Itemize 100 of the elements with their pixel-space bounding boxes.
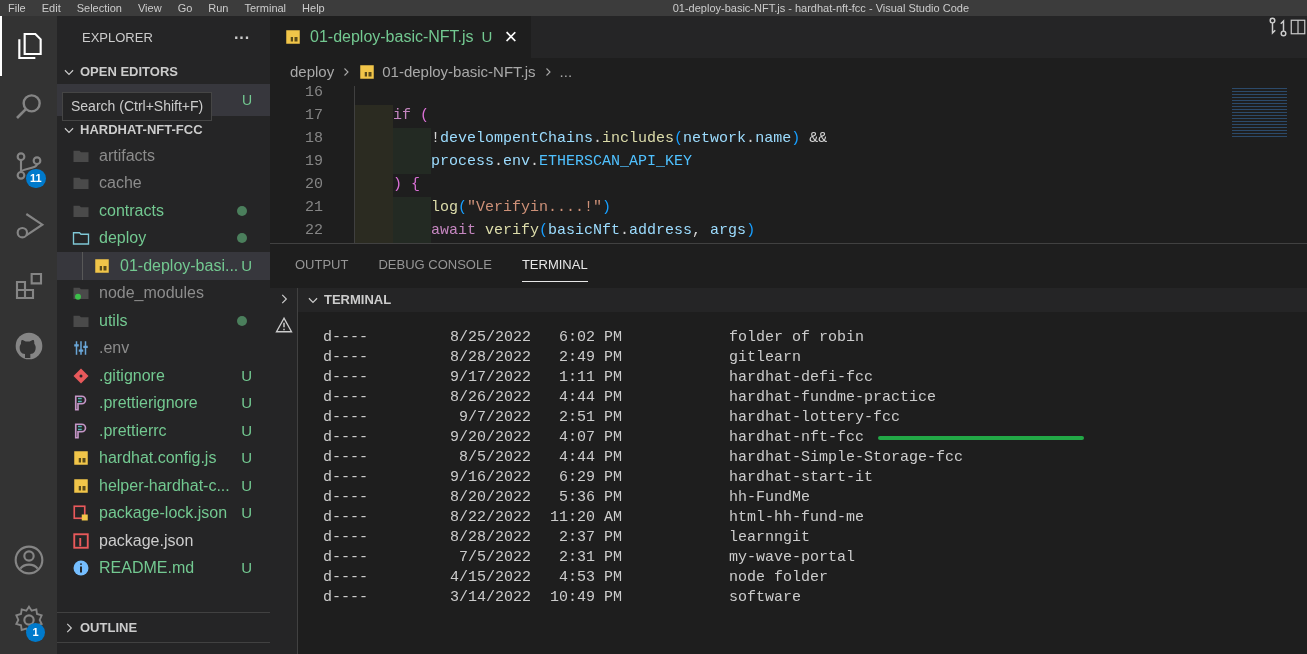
terminal-cell-text: d---- xyxy=(323,427,369,448)
terminal-cell-text: d---- xyxy=(323,567,369,588)
file-name: contracts xyxy=(99,200,164,221)
git-status: U xyxy=(241,420,252,441)
file-name: package-lock.json xyxy=(99,503,228,524)
terminal-cell-text: 8/5/2022 xyxy=(458,447,531,468)
file-name: package.json xyxy=(99,530,194,551)
terminal-cell-text: hardhat-fundme-practice xyxy=(729,387,937,408)
terminal-cell-text: d---- xyxy=(323,367,369,388)
terminal-cell-text: hardhat-lottery-fcc xyxy=(729,407,901,428)
terminal-cell-text: d---- xyxy=(323,447,369,468)
terminal-cell-text: 8/28/2022 xyxy=(449,527,531,548)
line-number: 17 xyxy=(304,106,323,127)
terminal-cell-text: 4:44 PM xyxy=(558,447,622,468)
terminal-cell-text: hardhat-nft-fcc xyxy=(729,427,865,448)
file-name: .env xyxy=(99,338,130,359)
file-name: 01-deploy-basi... xyxy=(120,255,239,276)
file-name: deploy xyxy=(99,228,147,249)
count-badge: 1 xyxy=(26,623,45,642)
git-status: U xyxy=(241,255,252,276)
line-number: 20 xyxy=(304,175,323,196)
file-name: helper-hardhat-c... xyxy=(99,475,230,496)
terminal-cell-text: d---- xyxy=(323,507,369,528)
tooltip: Search (Ctrl+Shift+F) xyxy=(62,92,213,121)
terminal-cell-text: 8/20/2022 xyxy=(449,487,531,508)
terminal-cell-text: d---- xyxy=(323,467,369,488)
file-name: node_modules xyxy=(99,283,204,304)
code-line: await verify(basicNft.address, args) xyxy=(431,221,756,242)
terminal-cell-text: 8/26/2022 xyxy=(449,387,531,408)
window-title: 01-deploy-basic-NFT.js - hardhat-nft-fcc - Visual Studio Code xyxy=(672,0,969,16)
line-number: 19 xyxy=(304,152,323,173)
git-status: U xyxy=(241,475,252,496)
terminal-cell-text: my-wave-portal xyxy=(729,547,856,568)
code-line: ) { xyxy=(393,175,421,196)
terminal-cell-text: 4:53 PM xyxy=(558,567,622,588)
terminal-cell-text: 2:37 PM xyxy=(558,527,622,548)
file-name: hardhat.config.js xyxy=(99,448,217,469)
terminal-cell-text: 9/17/2022 xyxy=(449,367,531,388)
file-name: cache xyxy=(99,173,142,194)
code-line: process.env.ETHERSCAN_API_KEY xyxy=(431,152,693,173)
terminal-cell-text: 5:36 PM xyxy=(558,487,622,508)
terminal-cell-text: gitlearn xyxy=(729,347,801,368)
terminal-cell-text: d---- xyxy=(323,547,369,568)
terminal-cell-text: 8/25/2022 xyxy=(449,327,531,348)
git-status: U xyxy=(241,90,252,110)
terminal-cell-text: d---- xyxy=(323,487,369,508)
terminal-cell-text: 7/5/2022 xyxy=(458,547,531,568)
terminal-cell-text: 4/15/2022 xyxy=(449,567,531,588)
file-name: utils xyxy=(99,310,128,331)
git-status: U xyxy=(241,393,252,413)
code-line: if ( xyxy=(393,106,430,127)
terminal-cell-text: hardhat-Simple-Storage-fcc xyxy=(729,447,964,468)
terminal-cell-text: d---- xyxy=(323,347,369,368)
terminal-cell-text: d---- xyxy=(323,587,369,608)
git-status: U xyxy=(241,503,252,523)
terminal-cell-text: hh-FundMe xyxy=(729,487,810,508)
terminal-cell-text: 9/16/2022 xyxy=(449,467,531,488)
terminal-title: TERMINAL xyxy=(324,291,392,310)
terminal-cell-text: software xyxy=(729,587,801,608)
file-name: README.md xyxy=(99,558,195,579)
terminal-cell-text: hardhat-defi-fcc xyxy=(729,367,874,388)
git-status: U xyxy=(241,558,252,578)
file-name: .prettierrc xyxy=(99,420,167,441)
git-status: U xyxy=(481,26,493,47)
line-number: 21 xyxy=(304,198,323,219)
line-number: 22 xyxy=(304,221,323,242)
terminal-cell-text: 6:29 PM xyxy=(558,467,622,488)
sidebar-title: EXPLORER xyxy=(82,29,153,48)
git-status: U xyxy=(241,448,252,468)
terminal-cell-text: html-hh-fund-me xyxy=(729,507,865,528)
code-line: !develompentChains.includes(network.name) && xyxy=(431,129,828,150)
terminal-cell-text: folder of robin xyxy=(729,327,865,348)
line-number: 16 xyxy=(304,86,323,104)
terminal-cell-text: 2:31 PM xyxy=(558,547,622,568)
terminal-cell-text: 9/20/2022 xyxy=(449,427,531,448)
terminal-cell-text: 11:20 AM xyxy=(549,507,622,528)
file-name: artifacts xyxy=(99,145,155,166)
terminal-cell-text: d---- xyxy=(323,407,369,428)
file-name: .prettierignore xyxy=(99,393,198,414)
terminal-cell-text: 1:11 PM xyxy=(558,367,622,388)
git-status: U xyxy=(241,365,252,386)
terminal-cell-text: 2:51 PM xyxy=(558,407,622,428)
file-name: .gitignore xyxy=(99,365,165,386)
count-badge: 11 xyxy=(26,169,46,188)
terminal-cell-text: d---- xyxy=(323,327,369,348)
code-line: log("Verifyin....!") xyxy=(431,198,612,219)
terminal-cell-text: 4:07 PM xyxy=(558,427,622,448)
terminal-cell-text: node folder xyxy=(729,567,829,588)
terminal-cell-text: hardhat-start-it xyxy=(729,467,874,488)
terminal-cell-text: d---- xyxy=(323,387,369,408)
terminal-cell-text: 3/14/2022 xyxy=(449,587,531,608)
terminal-cell-text: 8/22/2022 xyxy=(449,507,531,528)
terminal-cell-text: 6:02 PM xyxy=(558,327,622,348)
terminal-cell-text: 2:49 PM xyxy=(558,347,622,368)
terminal-cell-text: 10:49 PM xyxy=(549,587,622,608)
tab-label: 01-deploy-basic-NFT.js xyxy=(310,27,474,47)
terminal-cell-text: 8/28/2022 xyxy=(449,347,531,368)
terminal-cell-text: d---- xyxy=(323,527,369,548)
terminal-cell-text: 9/7/2022 xyxy=(458,407,531,428)
terminal-cell-text: learnngit xyxy=(729,527,810,548)
